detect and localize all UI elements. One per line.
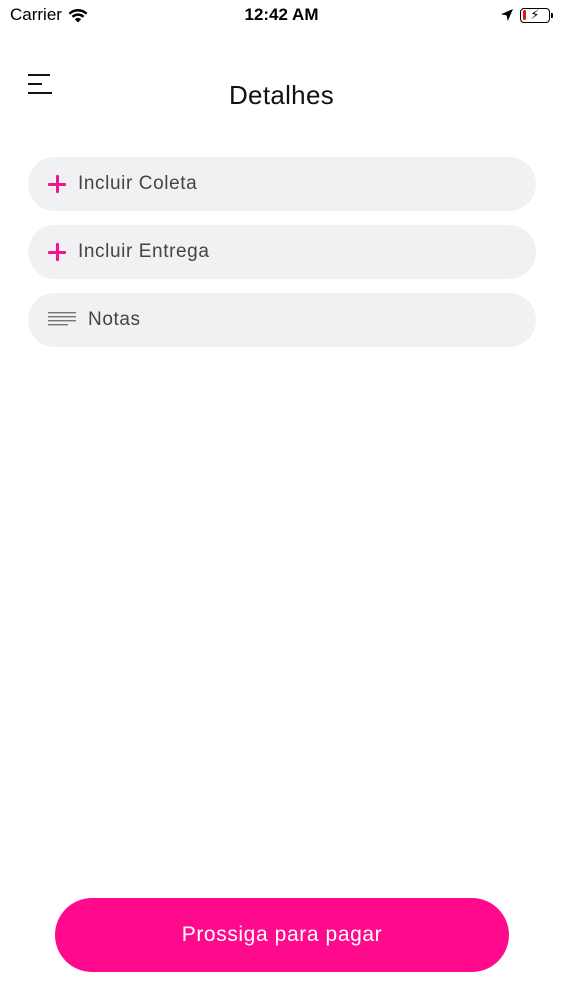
status-left: Carrier — [10, 5, 88, 25]
app-screen: Carrier 12:42 AM ⚡ Detalhes Incluir Cole… — [0, 0, 563, 1000]
wifi-icon — [68, 8, 88, 22]
notes-label: Notas — [88, 309, 141, 330]
location-arrow-icon — [501, 9, 513, 21]
add-pickup-button[interactable]: Incluir Coleta — [28, 157, 536, 211]
plus-icon — [48, 175, 66, 193]
add-pickup-label: Incluir Coleta — [78, 173, 198, 194]
page-title: Detalhes — [228, 80, 335, 110]
notes-button[interactable]: Notas — [28, 293, 536, 347]
status-right: ⚡ — [500, 6, 553, 23]
battery-icon: ⚡ — [520, 6, 553, 23]
status-bar: Carrier 12:42 AM ⚡ — [0, 0, 563, 30]
plus-icon — [48, 243, 66, 261]
battery-cap — [551, 12, 553, 18]
battery-body: ⚡ — [520, 6, 550, 23]
add-delivery-label: Incluir Entrega — [78, 241, 210, 262]
carrier-label: Carrier — [10, 5, 62, 24]
charging-bolt-icon: ⚡ — [530, 6, 540, 22]
add-delivery-button[interactable]: Incluir Entrega — [28, 225, 536, 279]
notes-icon — [48, 312, 76, 326]
proceed-to-pay-button[interactable]: Prossiga para pagar — [55, 898, 509, 972]
